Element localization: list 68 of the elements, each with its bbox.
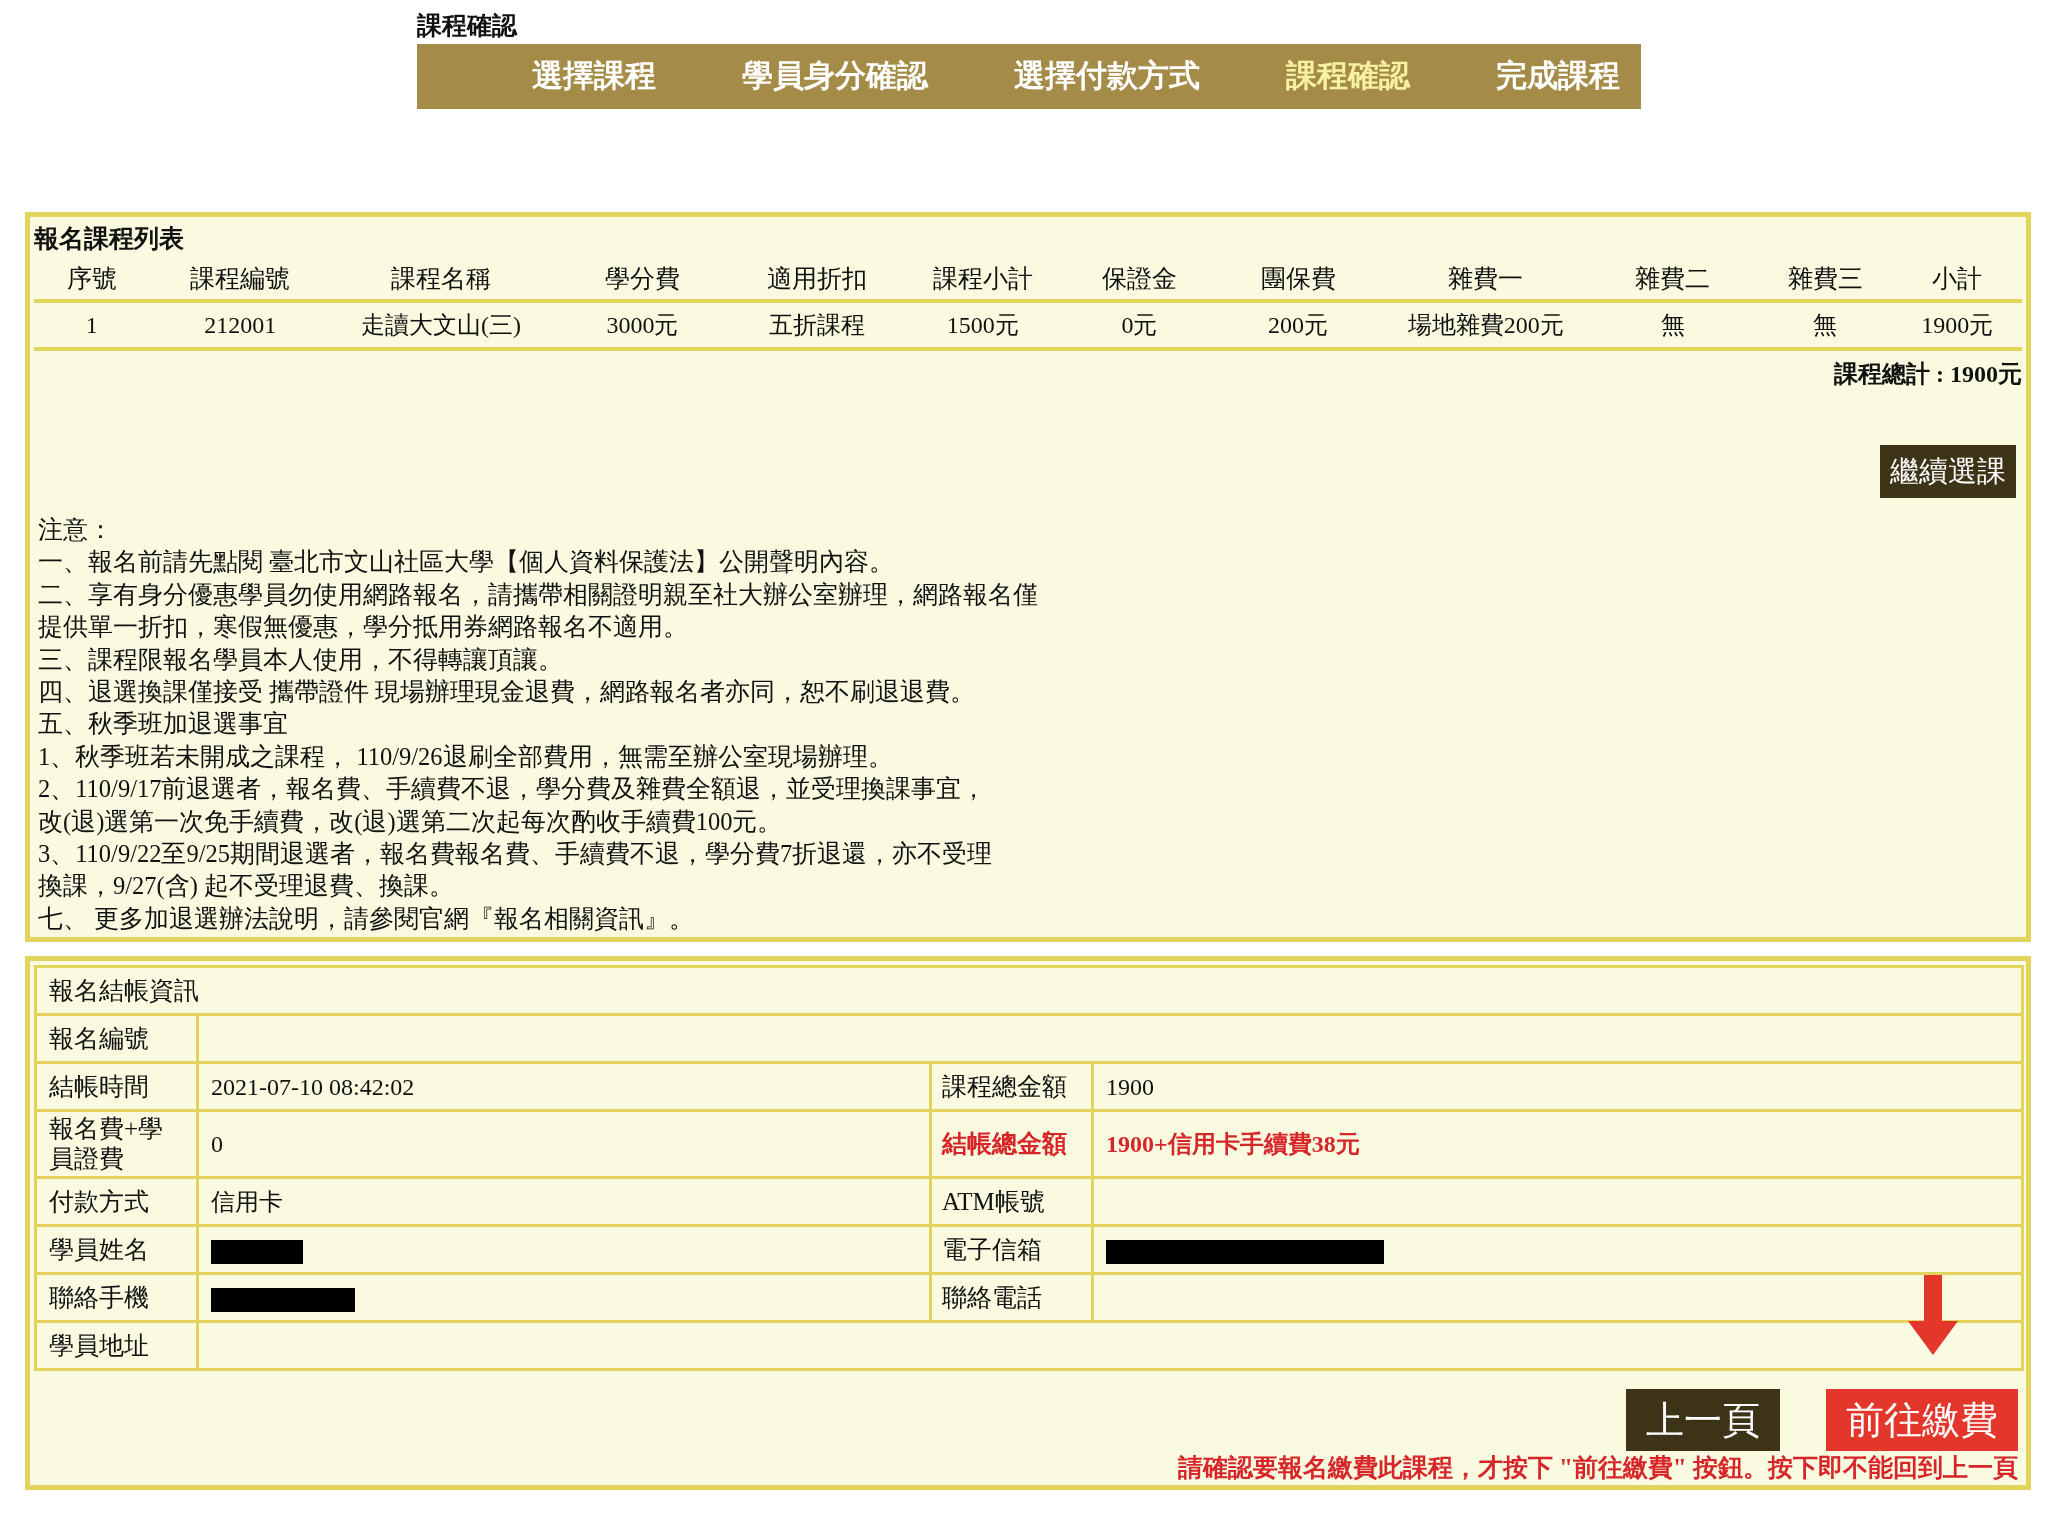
column-header: 適用折扣 <box>733 257 900 301</box>
table-cell: 200元 <box>1212 301 1384 349</box>
field-value: 0 <box>211 1131 223 1158</box>
table-cell: 場地雜費200元 <box>1383 301 1589 349</box>
notice-text: 注意： <box>38 515 114 545</box>
column-header: 課程編號 <box>149 257 332 301</box>
course-total: 課程總計 : 1900元 <box>1833 360 2022 389</box>
page-title: 課程確認 <box>417 11 519 41</box>
notice-text: 3、110/9/22至9/25期間退選者，報名費報名費、手續費不退，學分費7折退還，亦不受理 <box>38 839 994 870</box>
table-cell: 3000元 <box>551 301 734 349</box>
field-label: 學員姓名 <box>35 1225 198 1274</box>
table-cell: 無 <box>1588 301 1758 349</box>
column-header: 課程名稱 <box>331 257 552 301</box>
table-cell: 五折課程 <box>733 301 900 349</box>
down-arrow-icon <box>1908 1275 1958 1356</box>
notice-text: 提供單一折扣，寒假無優惠，學分抵用券網路報名不適用。 <box>38 612 689 643</box>
table-cell: 212001 <box>149 301 332 349</box>
field-label: 結帳時間 <box>35 1062 198 1111</box>
step-tab[interactable]: 課程確認 <box>1286 53 1410 100</box>
table-cell: 走讀大文山(三) <box>331 301 552 349</box>
field-label: 報名編號 <box>35 1014 198 1063</box>
field-label: 電子信箱 <box>930 1225 1093 1274</box>
column-header: 學分費 <box>551 257 734 301</box>
column-header: 小計 <box>1892 257 2022 301</box>
field-label: ATM帳號 <box>930 1177 1093 1226</box>
step-tab[interactable]: 選擇付款方式 <box>1014 53 1200 100</box>
column-header: 雜費二 <box>1588 257 1758 301</box>
step-tab[interactable]: 學員身分確認 <box>742 53 928 100</box>
notice-text: 1、秋季班若未開成之課程， 110/9/26退刷全部費用，無需至辦公室現場辦理。 <box>38 741 894 772</box>
notice-text: 2、110/9/17前退選者，報名費、手續費不退，學分費及雜費全額退，並受理換課事宜， <box>38 774 988 805</box>
notice-text: 七、 更多加退選辦法說明，請參閱官網『報名相關資訊』。 <box>38 903 696 934</box>
notice-text: 換課，9/27(含) 起不受理退費、換課。 <box>38 871 455 902</box>
notice-text: 四、退選換課僅接受 攜帶證件 現場辦理現金退費，網路報名者亦同，恕不刷退退費。 <box>38 677 977 708</box>
warning-text: 請確認要報名繳費此課程，才按下 "前往繳費" 按鈕。按下即不能回到上一頁 <box>1176 1453 2019 1484</box>
field-value: 1900 <box>1106 1073 1154 1100</box>
notice-text: 二、享有身分優惠學員勿使用網路報名，請攜帶相關證明親至社大辦公室辦理，網路報名僅 <box>38 579 1039 610</box>
step-tab[interactable]: 完成課程 <box>1496 53 1620 100</box>
column-header: 序號 <box>34 257 150 301</box>
notice-text: 三、課程限報名學員本人使用，不得轉讓頂讓。 <box>38 644 564 675</box>
table-cell: 0元 <box>1066 301 1213 349</box>
column-header: 雜費三 <box>1757 257 1893 301</box>
notice-text: 改(退)選第一次免手續費，改(退)選第二次起每次酌收手續費100元。 <box>38 806 784 838</box>
field-label: 聯絡手機 <box>35 1273 198 1322</box>
notice-text: 一、報名前請先點閱 臺北市文山社區大學【個人資料保護法】公開聲明內容。 <box>38 547 896 578</box>
notice-text: 五、秋季班加退選事宜 <box>38 709 289 740</box>
field-label: 聯絡電話 <box>930 1273 1093 1322</box>
field-label: 報名費+學員證費 <box>35 1110 198 1178</box>
field-value: 信用卡 <box>211 1188 283 1215</box>
pay-button[interactable]: 前往繳費 <box>1826 1389 2018 1452</box>
table-cell: 無 <box>1757 301 1893 349</box>
column-header: 雜費一 <box>1383 257 1589 301</box>
continue-button[interactable]: 繼續選課 <box>1880 445 2016 498</box>
column-header: 課程小計 <box>899 257 1067 301</box>
table-cell: 1500元 <box>899 301 1067 349</box>
section-title: 報名結帳資訊 <box>35 966 2023 1015</box>
step-tab[interactable]: 選擇課程 <box>532 53 656 100</box>
column-header: 保證金 <box>1066 257 1213 301</box>
field-value: 2021-07-10 08:42:02 <box>211 1073 415 1100</box>
column-header: 團保費 <box>1212 257 1384 301</box>
field-label: 課程總金額 <box>930 1062 1093 1111</box>
field-label: 學員地址 <box>35 1321 198 1370</box>
back-button[interactable]: 上一頁 <box>1626 1389 1780 1452</box>
field-label: 付款方式 <box>35 1177 198 1226</box>
table-cell: 1 <box>34 301 150 349</box>
list-title: 報名課程列表 <box>34 224 185 254</box>
field-label: 結帳總金額 <box>930 1110 1093 1178</box>
field-value: 1900+信用卡手續費38元 <box>1106 1131 1360 1158</box>
table-cell: 1900元 <box>1892 301 2022 349</box>
